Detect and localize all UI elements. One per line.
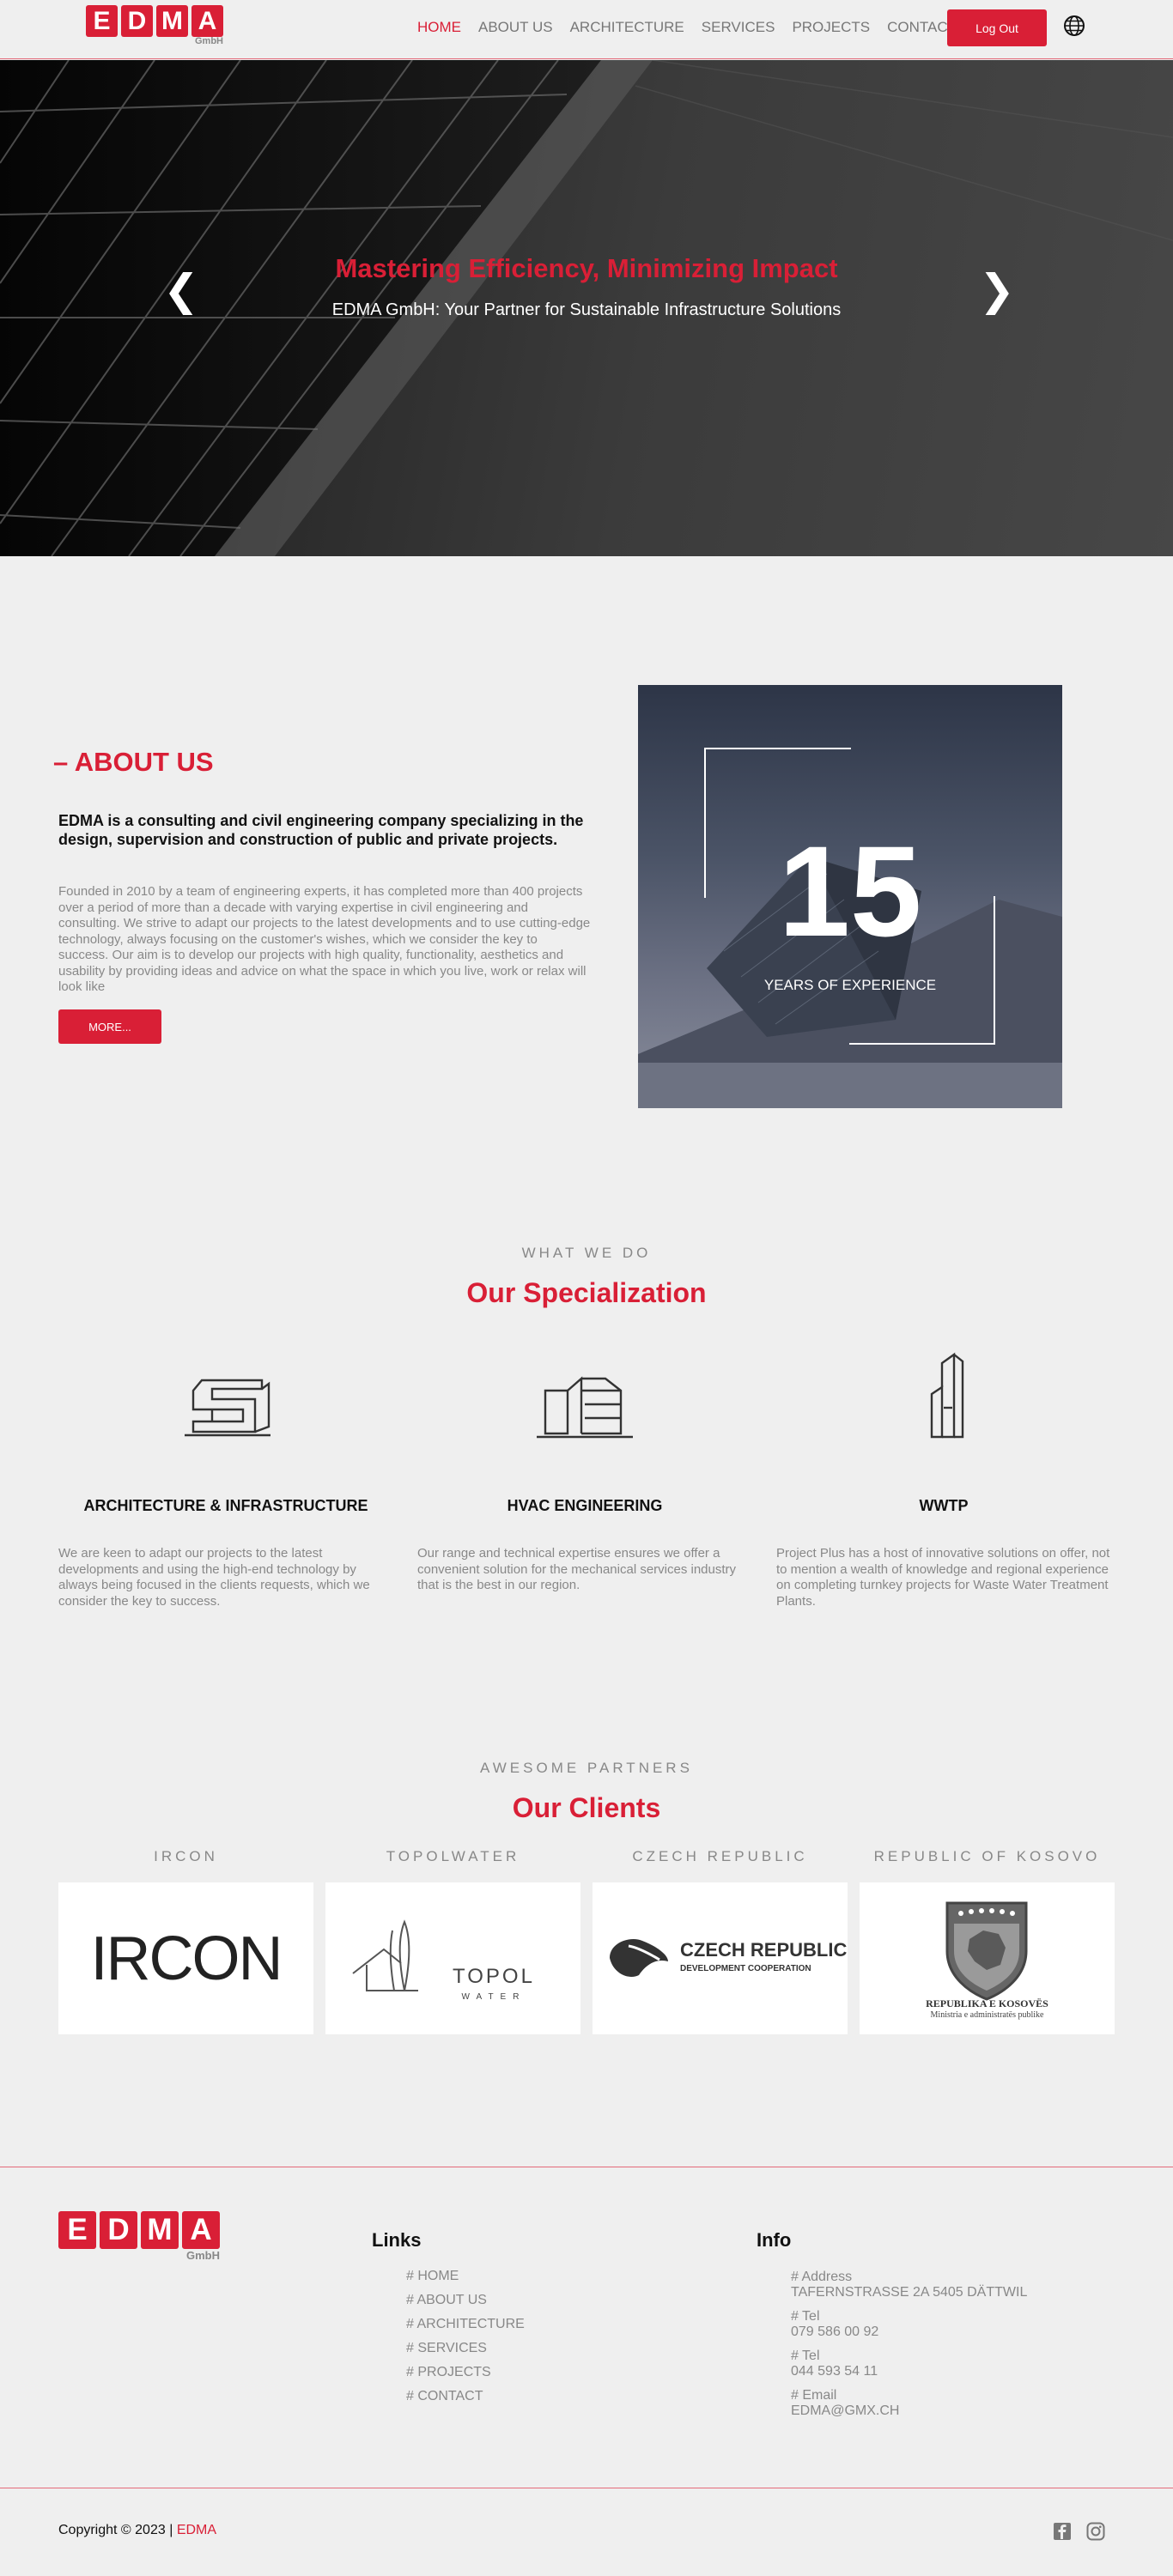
about-body: Founded in 2010 by a team of engineering… [58, 884, 591, 994]
service-body: Our range and technical expertise ensure… [417, 1546, 737, 1592]
footer-link-services[interactable]: # SERVICES [406, 2337, 525, 2361]
experience-panel: 15 YEARS OF EXPERIENCE [638, 685, 1062, 1108]
kosovo-name: REPUBLIKA E KOSOVËS [926, 1997, 1048, 2009]
info-address-label: # Address [791, 2270, 853, 2284]
more-button[interactable]: MORE... [58, 1009, 161, 1044]
logo-subtitle: GmbH [195, 36, 223, 46]
kosovo-coat-of-arms-icon [945, 1901, 1028, 2001]
nav-about-us[interactable]: ABOUT US [478, 19, 553, 36]
info-address-value: TAFERNSTRASSE 2A 5405 DÄTTWIL [791, 2285, 1028, 2300]
ircon-logo: IRCON [90, 1924, 283, 1993]
info-email-value[interactable]: EDMA@GMX.CH [791, 2403, 1027, 2419]
instagram-icon[interactable] [1086, 2522, 1105, 2541]
client-logo-card: CZECH REPUBLIC DEVELOPMENT COOPERATION [593, 1882, 848, 2034]
site-header: E D M A GmbH HOME ABOUT US ARCHITECTURE … [0, 0, 1173, 59]
logo-letter: E [86, 5, 118, 37]
logo-letters: E D M A [86, 5, 223, 37]
info-email-label: # Email [791, 2388, 837, 2403]
czech-name: CZECH REPUBLIC [680, 1939, 848, 1961]
specialization-kicker: WHAT WE DO [521, 1245, 652, 1261]
czech-sub: DEVELOPMENT COOPERATION [680, 1964, 811, 1973]
footer-link-about-us[interactable]: # ABOUT US [406, 2288, 525, 2312]
logout-button[interactable]: Log Out [947, 9, 1047, 46]
client-label: IRCON [154, 1848, 218, 1864]
logo-subtitle: GmbH [186, 2249, 220, 2262]
footer-info-heading: Info [757, 2229, 792, 2251]
kosovo-sub: Ministria e administratës publike [930, 2010, 1044, 2020]
footer-logo[interactable]: E D M A GmbH [58, 2211, 220, 2262]
czech-logo-text: CZECH REPUBLIC DEVELOPMENT COOPERATION [680, 1939, 847, 1973]
info-tel-label: # Tel [791, 2349, 820, 2363]
footer-link-home[interactable]: # HOME [406, 2264, 525, 2288]
nav-projects[interactable]: PROJECTS [792, 19, 870, 36]
footer-links-heading: Links [372, 2229, 422, 2251]
towers-icon [930, 1352, 964, 1439]
logo-letter: M [141, 2211, 179, 2249]
client-logo-card: TOPOL WATER [325, 1882, 580, 2034]
copyright: Copyright © 2023 | EDMA [58, 2523, 216, 2538]
about-lead: EDMA is a consulting and civil engineeri… [58, 812, 584, 848]
logo-letters: E D M A [58, 2211, 220, 2249]
logo-letter: A [182, 2211, 220, 2249]
nav-contact[interactable]: CONTACT [887, 19, 957, 36]
footer-link-architecture[interactable]: # ARCHITECTURE [406, 2312, 525, 2337]
about-title: – ABOUT US [53, 747, 214, 777]
client-label: CZECH REPUBLIC [632, 1848, 808, 1864]
client-label: REPUBLIC OF KOSOVO [873, 1848, 1101, 1864]
logo-letter: D [100, 2211, 137, 2249]
nav-architecture[interactable]: ARCHITECTURE [570, 19, 684, 36]
kosovo-logo-text: REPUBLIKA E KOSOVËS Ministria e administ… [860, 1997, 1115, 2020]
slider-next-arrow[interactable]: ❯ [979, 269, 1015, 312]
service-title: ARCHITECTURE & INFRASTRUCTURE [83, 1497, 368, 1514]
footer-info: # Address TAFERNSTRASSE 2A 5405 DÄTTWIL … [791, 2270, 1027, 2419]
logo-letter: D [121, 5, 153, 37]
facebook-icon[interactable] [1053, 2522, 1072, 2541]
clients-title: Our Clients [512, 1792, 661, 1823]
logo-letter: A [191, 5, 223, 37]
topolwater-sub: WATER [461, 1992, 526, 2002]
header-logo[interactable]: E D M A GmbH [86, 5, 223, 46]
info-tel-value[interactable]: 044 593 54 11 [791, 2364, 1027, 2379]
nav-home[interactable]: HOME [417, 19, 461, 36]
hero-slider: ❮ Mastering Efficiency, Minimizing Impac… [0, 60, 1173, 556]
footer-link-contact[interactable]: # CONTACT [406, 2385, 525, 2409]
client-logo-card: REPUBLIKA E KOSOVËS Ministria e administ… [860, 1882, 1115, 2034]
client-label: TOPOLWATER [386, 1848, 520, 1864]
hvac-building-icon [537, 1376, 633, 1439]
topolwater-name: TOPOL [453, 1965, 535, 1988]
service-title: WWTP [919, 1497, 969, 1514]
footer-links: # HOME # ABOUT US # ARCHITECTURE # SERVI… [406, 2264, 525, 2409]
architecture-building-icon [185, 1379, 270, 1437]
info-tel-label: # Tel [791, 2309, 820, 2324]
footer-link-projects[interactable]: # PROJECTS [406, 2361, 525, 2385]
main-nav: HOME ABOUT US ARCHITECTURE SERVICES PROJ… [417, 19, 974, 36]
clients-kicker: AWESOME PARTNERS [480, 1760, 693, 1776]
copyright-brand[interactable]: EDMA [177, 2523, 216, 2537]
logo-letter: M [156, 5, 188, 37]
topolwater-logo-graphic [352, 1919, 418, 1991]
logo-letter: E [58, 2211, 96, 2249]
experience-number: 15 [778, 819, 922, 963]
service-body: We are keen to adapt our projects to the… [58, 1546, 370, 1609]
nav-services[interactable]: SERVICES [702, 19, 775, 36]
experience-label: YEARS OF EXPERIENCE [763, 977, 937, 993]
specialization-title: Our Specialization [466, 1277, 707, 1308]
service-title: HVAC ENGINEERING [507, 1497, 663, 1514]
info-tel-value[interactable]: 079 586 00 92 [791, 2324, 1027, 2340]
topolwater-logo-text: TOPOL WATER [453, 1965, 535, 2002]
czech-globe-icon [610, 1939, 668, 1977]
client-logo-card: IRCON [58, 1882, 313, 2034]
copyright-text: Copyright © 2023 | [58, 2523, 173, 2537]
service-body: Project Plus has a host of innovative so… [776, 1546, 1110, 1609]
globe-icon[interactable] [1063, 15, 1085, 37]
